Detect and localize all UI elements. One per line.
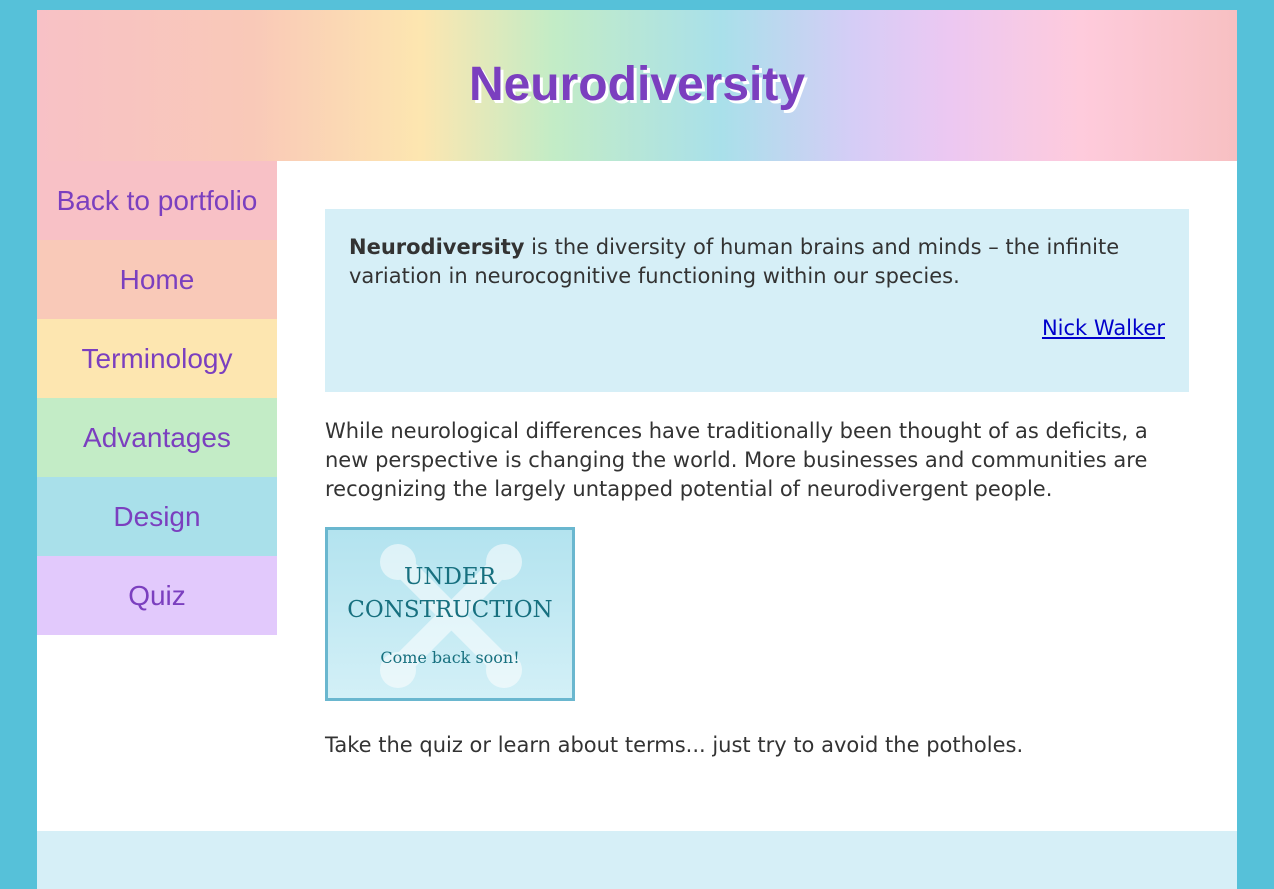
closing-paragraph: Take the quiz or learn about terms... ju…: [325, 733, 1024, 757]
nav-item-home[interactable]: Home: [37, 240, 277, 319]
main-content: Neurodiversity is the diversity of human…: [325, 209, 1189, 757]
nav-item-terminology[interactable]: Terminology: [37, 319, 277, 398]
under-construction-image: UNDER CONSTRUCTION Come back soon!: [325, 527, 575, 701]
quote-citation-link[interactable]: Nick Walker: [1042, 316, 1165, 340]
page-container: Neurodiversity Back to portfolio Home Te…: [37, 10, 1237, 889]
quote-term: Neurodiversity: [349, 235, 525, 259]
construction-line-3: Come back soon!: [380, 648, 520, 667]
sidebar-nav: Back to portfolio Home Terminology Advan…: [37, 161, 277, 635]
quote-text: Neurodiversity is the diversity of human…: [349, 233, 1129, 291]
nav-item-back-to-portfolio[interactable]: Back to portfolio: [37, 161, 277, 240]
definition-quote: Neurodiversity is the diversity of human…: [325, 209, 1189, 392]
construction-line-1: UNDER: [403, 564, 497, 590]
intro-paragraph: While neurological differences have trad…: [325, 419, 1148, 501]
nav-item-design[interactable]: Design: [37, 477, 277, 556]
footer: [37, 831, 1237, 889]
header-banner: Neurodiversity: [37, 10, 1237, 161]
construction-line-2: CONSTRUCTION: [347, 597, 553, 623]
page-title: Neurodiversity: [468, 58, 806, 111]
nav-item-advantages[interactable]: Advantages: [37, 398, 277, 477]
nav-item-quiz[interactable]: Quiz: [37, 556, 277, 635]
